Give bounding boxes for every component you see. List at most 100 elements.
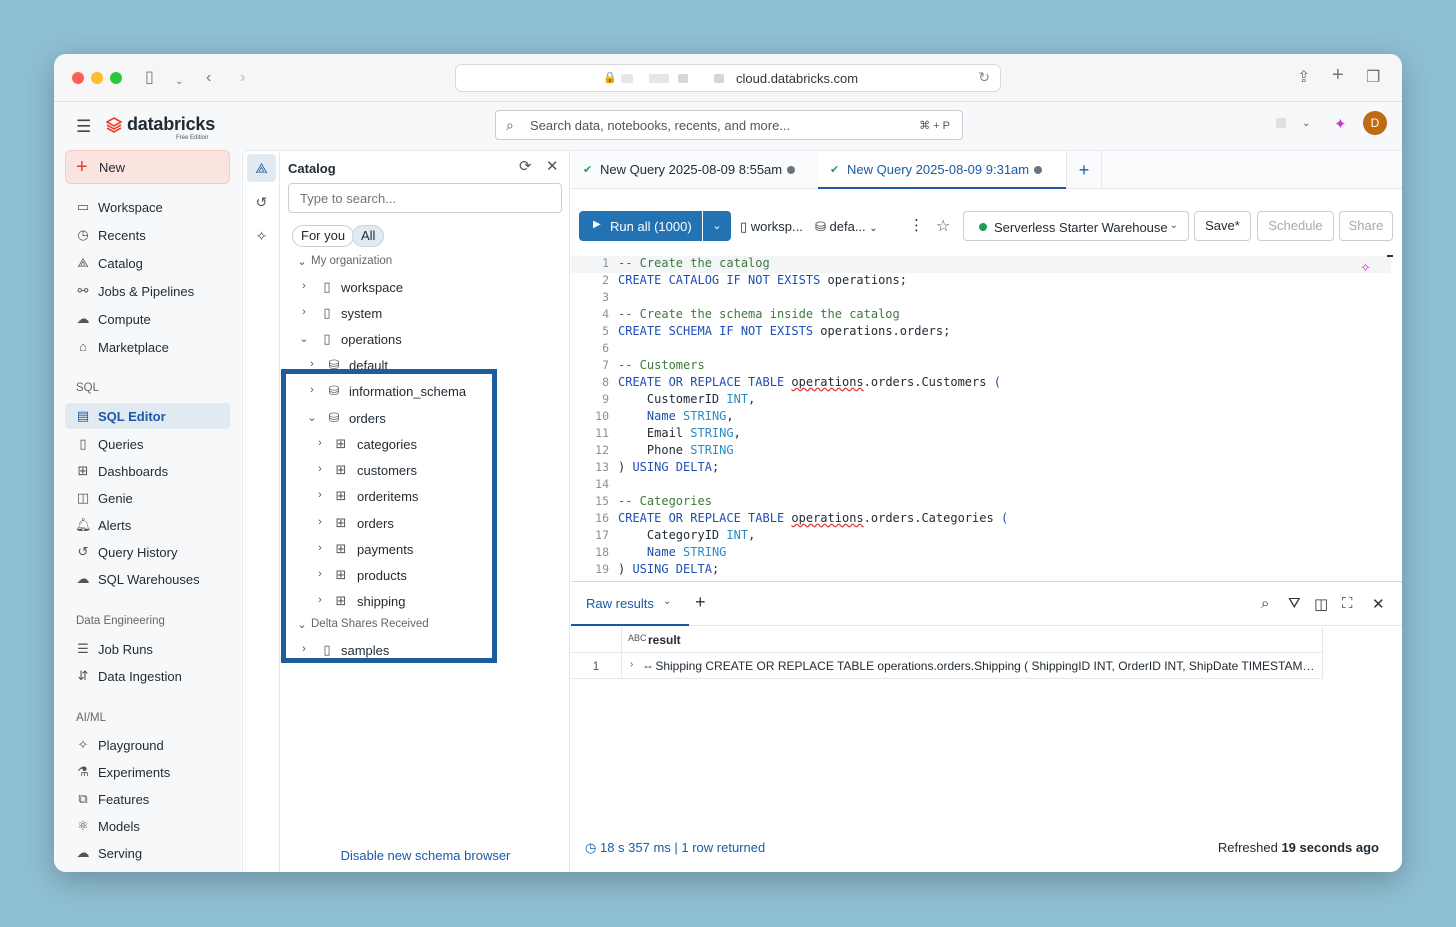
execution-status[interactable]: ◷ 18 s 357 ms | 1 row returned (585, 840, 765, 856)
back-icon[interactable]: ‹ (206, 68, 211, 88)
sidebar-item-recents[interactable]: ◷ Recents (65, 222, 230, 248)
tree-table-categories[interactable]: › ⊞ categories (281, 432, 570, 456)
tab-query-1[interactable]: ✔ New Query 2025-08-09 8:55am (571, 151, 817, 189)
close-icon[interactable]: ✕ (1372, 595, 1385, 613)
share-icon[interactable]: ⇪ (1297, 68, 1310, 88)
tree-catalog-system[interactable]: › ▯ system (281, 301, 570, 325)
catalog-title: Catalog (288, 161, 336, 176)
tree-schema-information-schema[interactable]: › ⛁ information_schema (281, 379, 570, 403)
global-search-input[interactable]: ⌕ Search data, notebooks, recents, and m… (495, 110, 963, 140)
sidebar-item-catalog[interactable]: ⟁ Catalog (65, 250, 230, 276)
sidebar-item-data-ingestion[interactable]: ⇵ Data Ingestion (65, 663, 230, 689)
catalog-browser-icon[interactable]: ⟁ (247, 154, 276, 182)
table-icon: ⊞ (335, 462, 347, 477)
chevron-right-icon: › (302, 306, 306, 318)
run-all-button[interactable]: ▶ Run all (1000) (579, 211, 702, 241)
chevron-down-icon[interactable]: ⌄ (1302, 118, 1310, 129)
table-cell[interactable]: › -- Shipping CREATE OR REPLACE TABLE op… (621, 653, 1323, 679)
sidebar-item-jobs-pipelines[interactable]: ⚯ Jobs & Pipelines (65, 278, 230, 304)
sidebar-item-job-runs[interactable]: ☰ Job Runs (65, 636, 230, 662)
sidebar-toggle-icon[interactable]: ▯ (145, 68, 154, 88)
filter-icon[interactable]: ⛛ (1288, 595, 1301, 612)
tree-table-shipping[interactable]: › ⊞ shipping (281, 589, 570, 613)
assistant-sparkle-icon[interactable]: ✧ (1360, 260, 1371, 276)
code-editor[interactable]: 1 -- Create the catalog 2 CREATE CATALOG I… (571, 256, 1391, 581)
sidebar-item-alerts[interactable]: 🔔︎ Alerts (65, 512, 230, 538)
tree-group-my-organization[interactable]: ⌄ My organization (281, 250, 570, 274)
search-icon[interactable]: ⌕ (1261, 595, 1269, 612)
catalog-search-field[interactable] (289, 184, 561, 212)
sidebar-item-experiments[interactable]: ⚗ Experiments (65, 759, 230, 785)
sidebar-item-dashboards[interactable]: ⊞ Dashboards (65, 458, 230, 484)
assistant-icon[interactable]: ✧ (247, 222, 276, 250)
catalog-search-input[interactable] (288, 183, 562, 213)
tree-catalog-workspace[interactable]: › ▯ workspace (281, 275, 570, 299)
kebab-menu-icon[interactable]: ⋮ (909, 216, 924, 234)
reload-icon[interactable]: ↻ (978, 69, 990, 86)
tree-schema-orders[interactable]: ⌄ ⛁ orders (281, 406, 570, 430)
add-tab-button[interactable]: + (1066, 151, 1102, 189)
sidebar-item-features[interactable]: ⧉ Features (65, 786, 230, 812)
code-line: 10 Name STRING, (571, 409, 1391, 426)
schema-selector[interactable]: ⛁ defa... ⌄ (815, 219, 878, 235)
sidebar-item-models[interactable]: ⚛ Models (65, 813, 230, 839)
tree-table-orderitems[interactable]: › ⊞ orderitems (281, 484, 570, 508)
address-bar[interactable]: 🔒 cloud.databricks.com ↻ (455, 64, 1001, 92)
workspace-switcher-icon[interactable] (1276, 118, 1286, 128)
close-window-button[interactable] (72, 72, 84, 84)
tab-raw-results[interactable]: Raw results ⌄ (571, 582, 689, 626)
sidebar-item-query-history[interactable]: ↺ Query History (65, 539, 230, 565)
tree-schema-default[interactable]: › ⛁ default (281, 353, 570, 377)
tree-table-orders[interactable]: › ⊞ orders (281, 511, 570, 535)
share-button[interactable]: Share (1339, 211, 1393, 241)
add-visualization-icon[interactable]: + (695, 592, 706, 613)
tree-group-delta-shares[interactable]: ⌄ Delta Shares Received (281, 613, 570, 637)
sidebar-item-marketplace[interactable]: ⌂ Marketplace (65, 334, 230, 360)
close-icon[interactable]: ✕ (546, 157, 559, 175)
new-tab-icon[interactable]: + (1332, 65, 1344, 85)
scrollbar-marker (1387, 255, 1393, 257)
tab-query-2[interactable]: ✔ New Query 2025-08-09 9:31am (818, 151, 1066, 189)
sidebar-item-genie[interactable]: ◫ Genie (65, 485, 230, 511)
schedule-button[interactable]: Schedule (1257, 211, 1334, 241)
sidebar-item-workspace[interactable]: ▭ Workspace (65, 194, 230, 220)
expand-icon[interactable]: ⛶ (1342, 595, 1353, 612)
tab-overview-icon[interactable]: ❐ (1366, 68, 1380, 88)
run-options-dropdown[interactable]: ⌄ (703, 211, 731, 241)
sidebar-item-compute[interactable]: ☁ Compute (65, 306, 230, 332)
sidebar-item-serving[interactable]: ☁ Serving (65, 840, 230, 866)
disable-schema-browser-link[interactable]: Disable new schema browser (281, 848, 570, 863)
sidebar-item-sql-editor[interactable]: ▤ SQL Editor (65, 403, 230, 429)
history-icon[interactable]: ↺ (247, 188, 276, 216)
menu-icon[interactable]: ☰ (76, 117, 91, 137)
chip-all[interactable]: All (352, 225, 385, 247)
columns-icon[interactable]: ◫ (1314, 595, 1328, 613)
tree-table-products[interactable]: › ⊞ products (281, 563, 570, 587)
avatar[interactable]: D (1363, 111, 1387, 135)
sidebar-item-queries[interactable]: ▯ Queries (65, 431, 230, 457)
sidebar-item-playground[interactable]: ✧ Playground (65, 732, 230, 758)
refresh-icon[interactable]: ⟳ (519, 157, 532, 175)
tree-table-payments[interactable]: › ⊞ payments (281, 537, 570, 561)
column-header-result[interactable]: ABC result (621, 627, 1323, 653)
table-row[interactable]: 1 › -- Shipping CREATE OR REPLACE TABLE … (571, 653, 1323, 679)
chevron-down-icon[interactable]: ⌄ (175, 72, 183, 92)
sidebar-item-sql-warehouses[interactable]: ☁ SQL Warehouses (65, 566, 230, 592)
tree-table-customers[interactable]: › ⊞ customers (281, 458, 570, 482)
sidebar-item-label: Features (98, 792, 150, 807)
catalog-selector[interactable]: ▯ worksp... (740, 219, 803, 235)
maximize-window-button[interactable] (110, 72, 122, 84)
chip-for-you[interactable]: For you (292, 225, 355, 247)
databricks-logo[interactable]: databricks Free Edition (106, 114, 215, 141)
tree-share-samples[interactable]: › ▯ samples (281, 638, 570, 662)
new-button[interactable]: + New (65, 150, 230, 184)
star-icon[interactable]: ☆ (936, 216, 950, 236)
warehouse-selector[interactable]: Serverless Starter Warehouse ⌄ (963, 211, 1189, 241)
tree-catalog-operations[interactable]: ⌄ ▯ operations (281, 327, 570, 351)
assistant-sparkle-icon[interactable]: ✦ (1334, 115, 1347, 133)
forward-icon[interactable]: › (240, 68, 245, 88)
minimize-window-button[interactable] (91, 72, 103, 84)
chevron-right-icon[interactable]: › (630, 659, 633, 670)
save-button[interactable]: Save* (1194, 211, 1251, 241)
plus-icon: + (76, 156, 88, 178)
